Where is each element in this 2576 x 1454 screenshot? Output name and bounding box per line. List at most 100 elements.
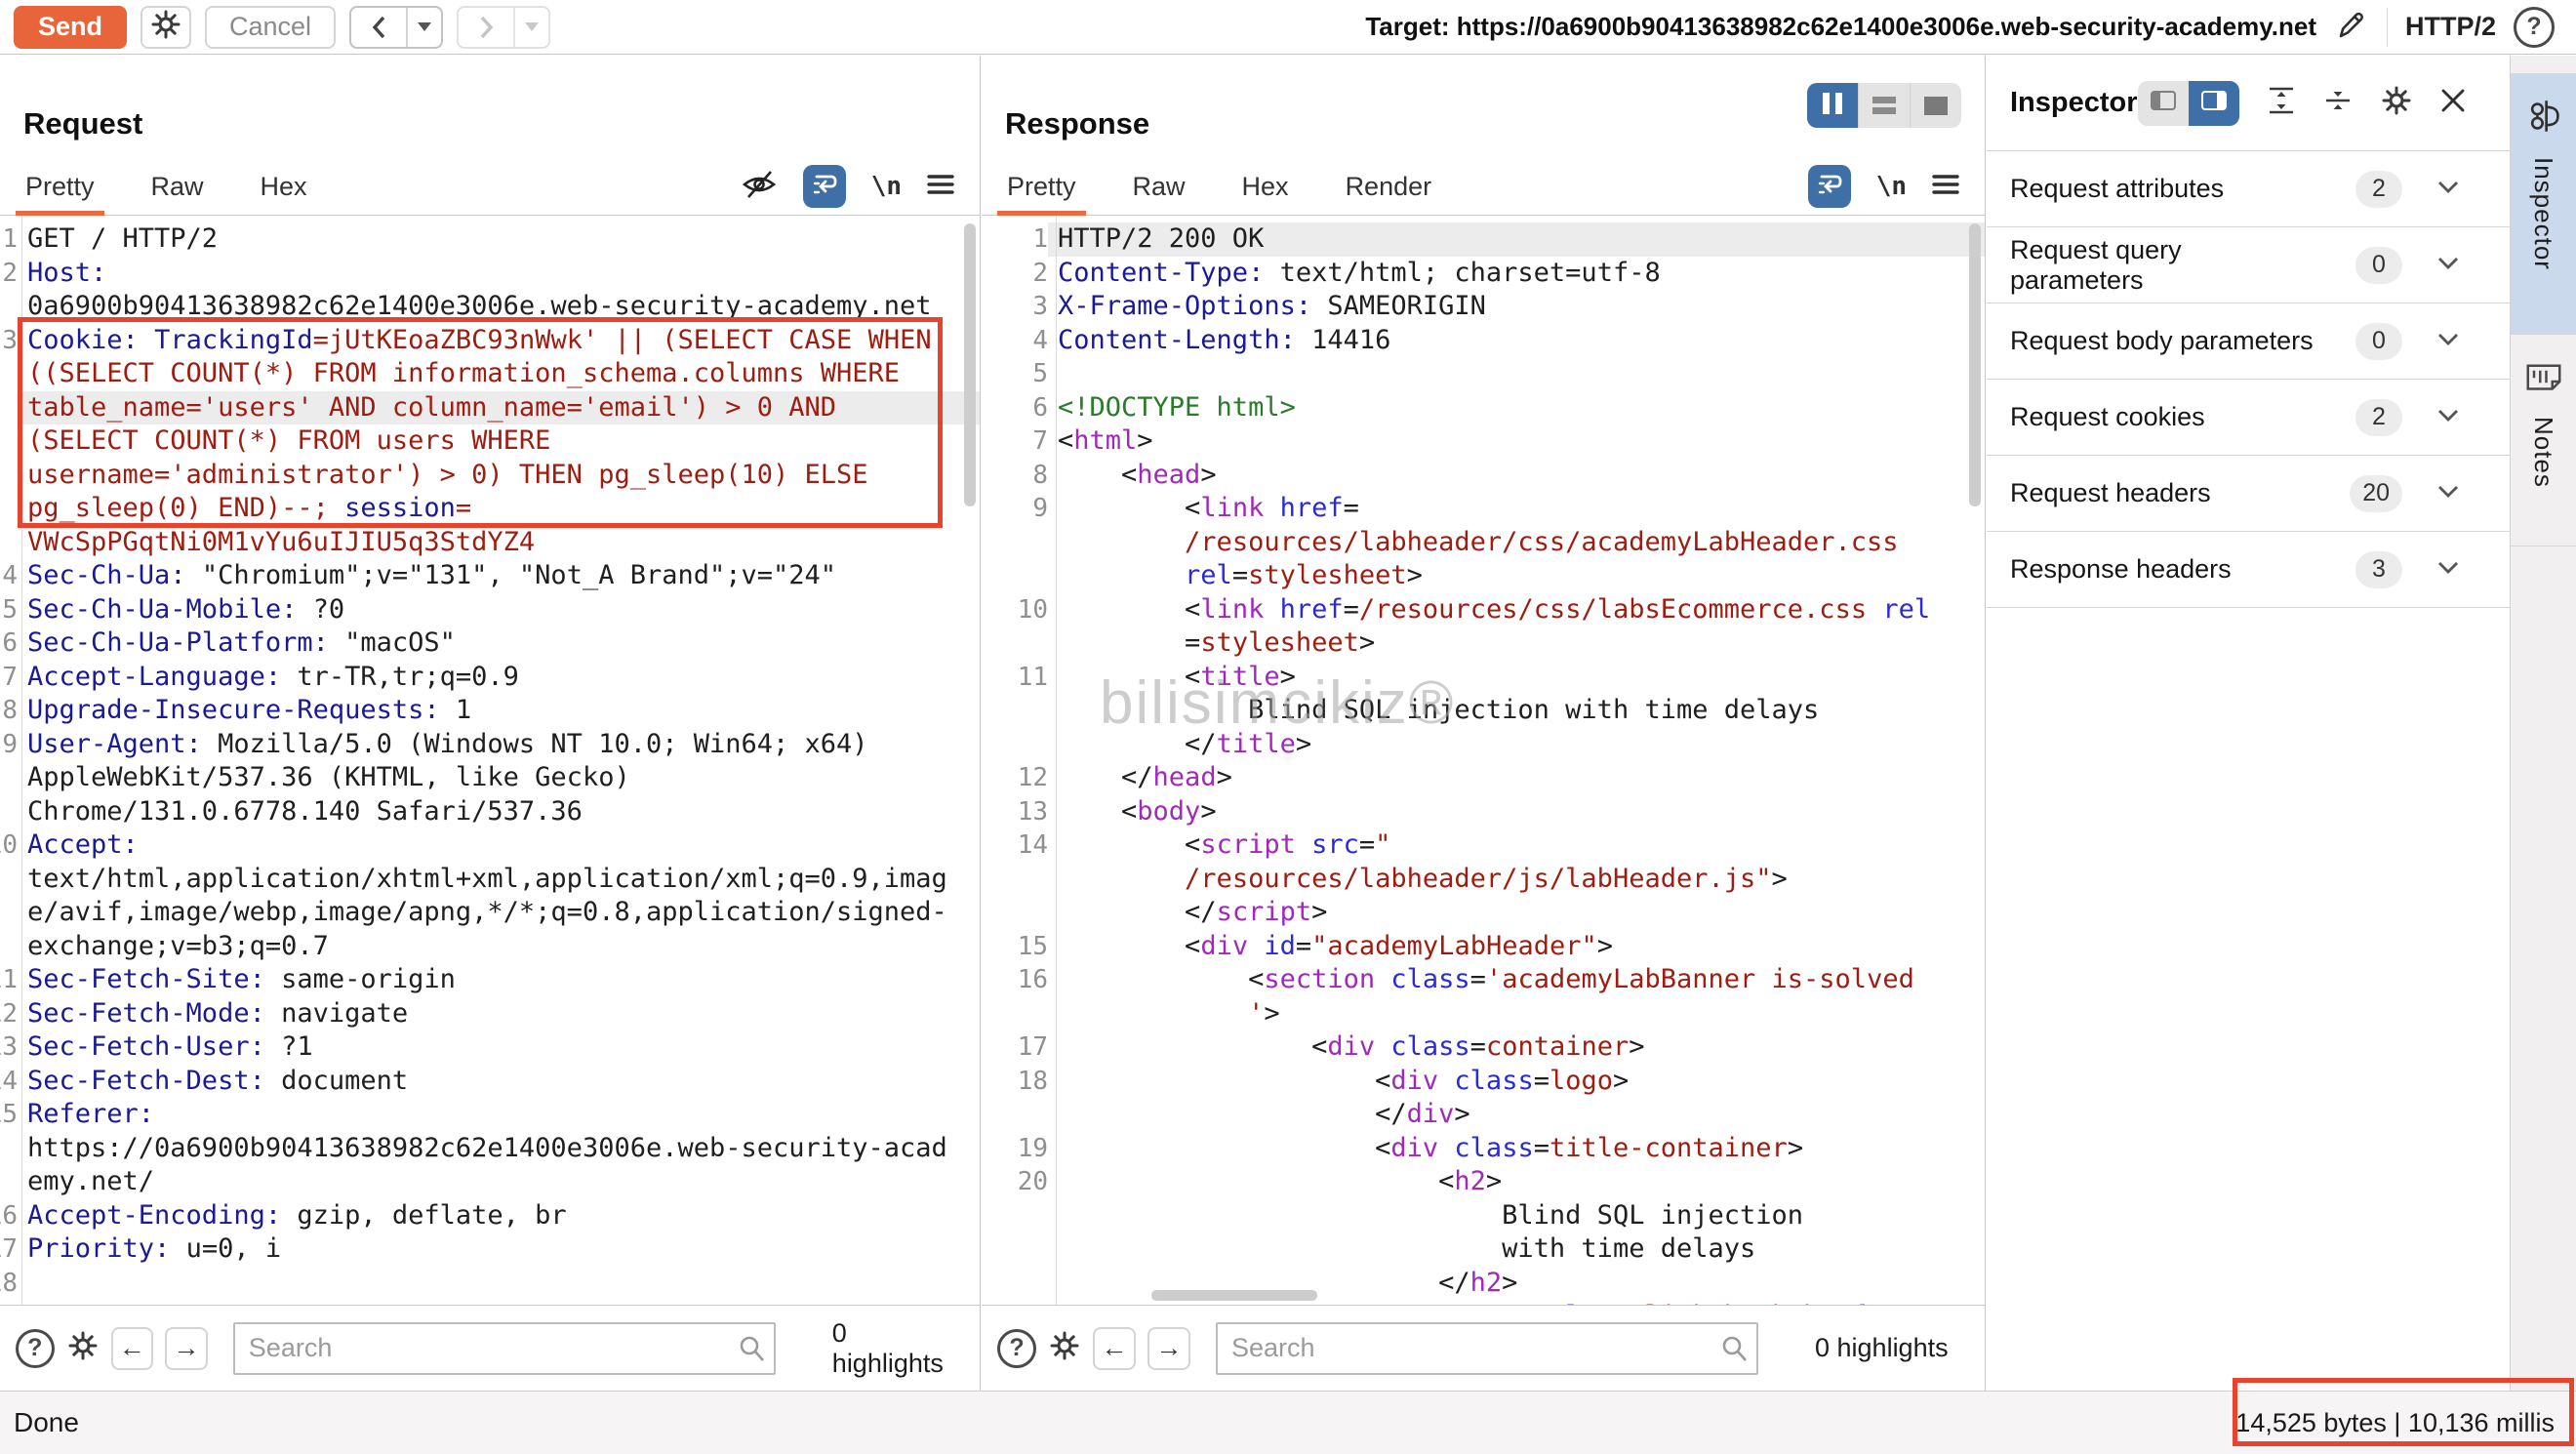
search-input[interactable] (1216, 1322, 1758, 1375)
layout-columns-button[interactable] (1807, 83, 1858, 128)
word-wrap-button[interactable] (1808, 165, 1851, 208)
count-badge: 20 (2350, 475, 2402, 512)
inspector-layout-control (2138, 81, 2239, 126)
search-help-icon[interactable]: ? (997, 1329, 1036, 1368)
request-code: 1GET / HTTP/22Host:0a6900b90413638982c62… (0, 222, 980, 1305)
response-search-bar: ? ← → 0 highlights (982, 1305, 1985, 1391)
tab-raw[interactable]: Raw (151, 159, 204, 215)
show-newlines-button[interactable]: \n (1876, 172, 1907, 201)
cancel-button[interactable]: Cancel (205, 6, 336, 49)
tab-hex[interactable]: Hex (1242, 159, 1289, 215)
tab-raw[interactable]: Raw (1133, 159, 1186, 215)
code-line: 9User-Agent: Mozilla/5.0 (Windows NT 10.… (0, 728, 980, 762)
scrollbar-thumb[interactable] (964, 223, 976, 506)
section-request-headers[interactable]: Request headers 20 (1987, 456, 2510, 532)
request-panel: Request Pretty Raw Hex \n (0, 56, 981, 1391)
inspector-close-button[interactable] (2440, 88, 2466, 118)
scrollbar-thumb[interactable] (1969, 223, 1981, 506)
protocol-selector[interactable]: HTTP/2 (2405, 12, 2496, 42)
side-tab-strip: Inspector Notes (2510, 56, 2576, 1391)
search-prev-button[interactable]: ← (111, 1327, 154, 1370)
notes-icon (2524, 357, 2563, 401)
dock-left-button[interactable] (2138, 81, 2189, 126)
inspector-settings-button[interactable] (2380, 84, 2413, 122)
code-line: 2Host: (0, 257, 980, 291)
search-prev-button[interactable]: ← (1093, 1327, 1136, 1370)
code-line: exchange;v=b3;q=0.7 (0, 930, 980, 964)
code-line: 14Sec-Fetch-Dest: document (0, 1065, 980, 1099)
inspector-panel: Inspector (1987, 56, 2510, 1391)
help-icon[interactable]: ? (2514, 7, 2555, 48)
word-wrap-button[interactable] (803, 165, 846, 208)
history-back-button[interactable] (349, 6, 443, 49)
code-line: 17Priority: u=0, i (0, 1232, 980, 1267)
hamburger-icon (1932, 173, 1959, 201)
request-editor[interactable]: 1GET / HTTP/22Host:0a6900b90413638982c62… (0, 217, 980, 1305)
code-line: 18 (0, 1267, 980, 1301)
code-line: emy.net/ (0, 1165, 980, 1199)
code-line: rel=stylesheet> (982, 559, 1985, 593)
dock-right-button[interactable] (2189, 81, 2239, 126)
wrap-arrow-icon (1815, 171, 1844, 203)
code-line: 7<html> (982, 424, 1985, 459)
collapse-all-button[interactable] (2323, 86, 2353, 120)
history-forward-button[interactable] (457, 6, 550, 49)
toolbar: Send Cancel Target: https://0a6900b90413… (0, 0, 2576, 55)
inspector-title: Inspector (2010, 87, 2138, 119)
search-settings-button[interactable] (66, 1329, 100, 1367)
send-settings-button[interactable] (141, 6, 191, 49)
section-request-cookies[interactable]: Request cookies 2 (1987, 380, 2510, 456)
code-line: 12 </head> (982, 761, 1985, 795)
response-viewer[interactable]: 1HTTP/2 200 OK2Content-Type: text/html; … (982, 217, 1985, 1305)
send-button[interactable]: Send (14, 6, 127, 49)
horizontal-scrollbar-thumb[interactable] (1151, 1290, 1317, 1301)
side-tab-notes[interactable]: Notes (2511, 336, 2576, 546)
code-line: 17 <div class=container> (982, 1030, 1985, 1065)
section-label: Request headers (2010, 478, 2314, 508)
chevron-down-icon (2437, 409, 2459, 426)
layout-segmented-control (1807, 83, 1961, 128)
side-tab-inspector[interactable]: Inspector (2511, 73, 2576, 335)
section-request-attributes[interactable]: Request attributes 2 (1987, 151, 2510, 227)
search-next-button[interactable]: → (1147, 1327, 1190, 1370)
hide-nonprintable-button[interactable] (741, 169, 778, 205)
forward-dropdown-button[interactable] (513, 8, 548, 47)
back-dropdown-button[interactable] (406, 8, 441, 47)
show-newlines-button[interactable]: \n (871, 172, 902, 201)
tab-pretty[interactable]: Pretty (25, 159, 95, 215)
editor-menu-button[interactable] (1932, 173, 1959, 201)
count-badge: 0 (2355, 323, 2402, 360)
response-panel: Response Pretty Raw Hex Render \n 1HTTP/… (982, 56, 1986, 1391)
chevron-left-icon (351, 8, 406, 47)
side-tab-label: Inspector (2528, 157, 2558, 270)
search-help-icon[interactable]: ? (16, 1329, 55, 1368)
expand-all-button[interactable] (2267, 86, 2296, 120)
search-next-button[interactable]: → (165, 1327, 208, 1370)
tab-pretty[interactable]: Pretty (1007, 159, 1076, 215)
code-line: username='administrator') > 0) THEN pg_s… (0, 459, 980, 493)
code-line: ((SELECT COUNT(*) FROM information_schem… (0, 357, 980, 391)
section-request-query-parameters[interactable]: Request query parameters 0 (1987, 227, 2510, 303)
arrow-right-icon: → (174, 1333, 200, 1363)
layout-rows-button[interactable] (1858, 83, 1910, 128)
eye-slash-icon (741, 169, 778, 205)
layout-single-button[interactable] (1910, 83, 1961, 128)
tab-hex[interactable]: Hex (261, 159, 307, 215)
tab-render[interactable]: Render (1346, 159, 1432, 215)
section-label: Request attributes (2010, 174, 2320, 204)
code-line: 1HTTP/2 200 OK (982, 222, 1985, 257)
code-line: (SELECT COUNT(*) FROM users WHERE (0, 424, 980, 459)
count-badge: 2 (2355, 399, 2402, 436)
editor-menu-button[interactable] (927, 173, 954, 201)
code-line: 3Cookie: TrackingId=jUtKEoaZBC93nWwk' ||… (0, 324, 980, 358)
section-response-headers[interactable]: Response headers 3 (1987, 532, 2510, 608)
section-request-body-parameters[interactable]: Request body parameters 0 (1987, 303, 2510, 380)
search-settings-button[interactable] (1048, 1329, 1081, 1367)
chevron-down-icon (2437, 257, 2459, 274)
search-input[interactable] (233, 1322, 776, 1375)
code-line: 7Accept-Language: tr-TR,tr;q=0.9 (0, 661, 980, 695)
edit-target-button[interactable] (2334, 7, 2369, 47)
arrow-right-icon: → (1156, 1333, 1183, 1363)
response-metrics: 14,525 bytes | 10,136 millis (2235, 1408, 2562, 1438)
chevron-right-icon (459, 8, 513, 47)
